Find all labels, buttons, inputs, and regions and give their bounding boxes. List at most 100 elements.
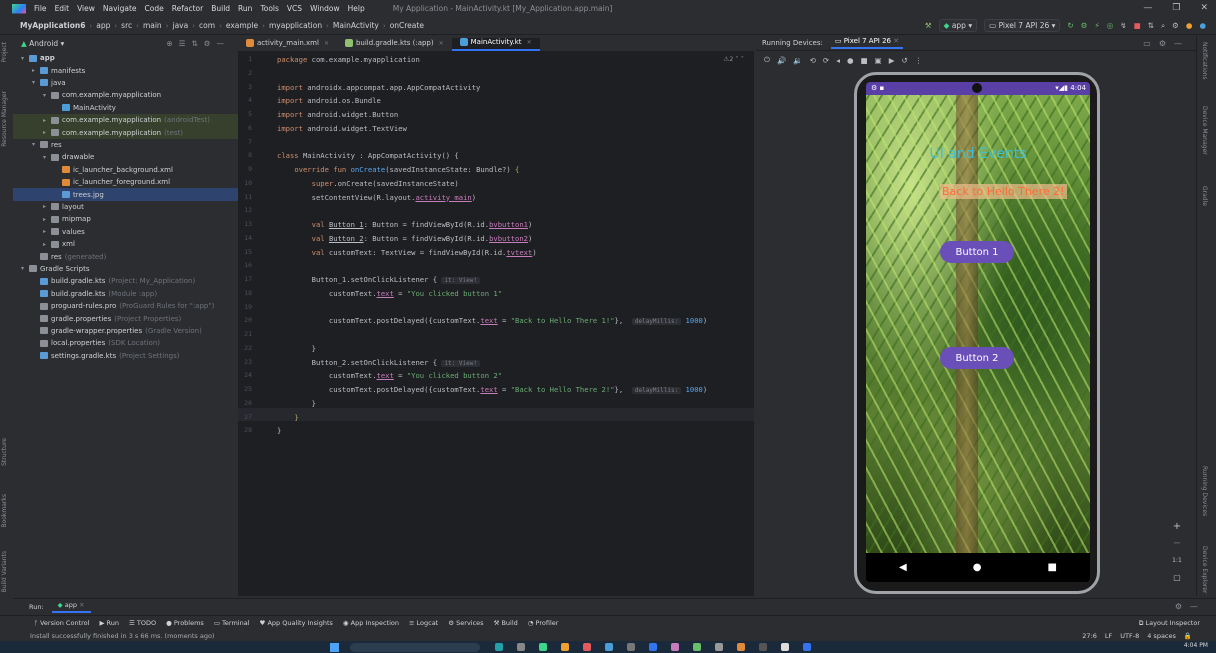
zoom-in-button[interactable]: + bbox=[1170, 518, 1184, 535]
nav-back-icon[interactable]: ◀ bbox=[899, 562, 907, 573]
run-config-select[interactable]: ◆ app ▾ bbox=[938, 19, 978, 32]
nav-home-icon[interactable]: ● bbox=[973, 562, 982, 573]
menu-file[interactable]: File bbox=[34, 4, 47, 13]
close-icon[interactable]: ✕ bbox=[1200, 3, 1208, 13]
tree-item[interactable]: MainActivity bbox=[13, 102, 238, 114]
tree-item[interactable]: ▸ com.example.myapplication (androidTest) bbox=[13, 114, 238, 127]
expand-arrow-icon[interactable]: ▾ bbox=[32, 79, 40, 86]
tree-item[interactable]: ▾ drawable bbox=[13, 151, 238, 163]
tool-version-control[interactable]: ᚠ Version Control bbox=[34, 619, 89, 627]
panel-actions[interactable]: ▭⚙— bbox=[1143, 39, 1190, 48]
sync-icon[interactable]: ⇅ bbox=[1148, 21, 1154, 30]
volume-down-icon[interactable]: 🔉 bbox=[793, 56, 802, 65]
screenshot-icon[interactable]: ▣ bbox=[875, 56, 882, 65]
hammer-icon[interactable]: ⚒ bbox=[925, 21, 932, 30]
code-editor[interactable]: 1 2 3 4 5 6 7 8 9 10 11 12 13 14 15 16 17 18 19 20 21 22 23 24 2… bbox=[238, 52, 754, 596]
expand-arrow-icon[interactable]: ▾ bbox=[21, 55, 29, 62]
account-icon[interactable]: ● bbox=[1199, 21, 1206, 30]
search-icon[interactable]: ⌕ bbox=[1161, 21, 1165, 31]
menu-vcs[interactable]: VCS bbox=[287, 4, 302, 13]
tab-close-icon[interactable]: ✕ bbox=[324, 40, 329, 47]
tree-item[interactable]: local.properties (SDK Location) bbox=[13, 337, 238, 349]
restore-icon[interactable]: ❐ bbox=[1172, 3, 1180, 13]
menu-run[interactable]: Run bbox=[238, 4, 252, 13]
expand-arrow-icon[interactable]: ▸ bbox=[43, 241, 51, 248]
phone-screen[interactable]: ⚙ ▪ ▾◢▮ 4:04 UI and Events Back to Hello… bbox=[866, 82, 1090, 582]
expand-arrow-icon[interactable]: ▾ bbox=[43, 154, 51, 161]
menu-navigate[interactable]: Navigate bbox=[103, 4, 137, 13]
tab-close-icon[interactable]: ✕ bbox=[439, 40, 444, 47]
menu-edit[interactable]: Edit bbox=[55, 4, 70, 13]
minimize-icon[interactable]: — bbox=[1143, 3, 1152, 13]
rotate-left-icon[interactable]: ⟲ bbox=[810, 56, 816, 65]
tree-item[interactable]: res (generated) bbox=[13, 250, 238, 262]
expand-arrow-icon[interactable]: ▾ bbox=[21, 265, 29, 272]
menu-tools[interactable]: Tools bbox=[260, 4, 278, 13]
attach-icon[interactable]: ↯ bbox=[1120, 21, 1126, 30]
profile-icon[interactable]: ◎ bbox=[1107, 21, 1114, 30]
tool-run[interactable]: ▶ Run bbox=[99, 619, 119, 627]
zoom-out-button[interactable]: − bbox=[1170, 535, 1184, 552]
tree-item[interactable]: settings.gradle.kts (Project Settings) bbox=[13, 350, 238, 362]
tool-build[interactable]: ⚒ Build bbox=[494, 619, 518, 627]
tree-item[interactable]: ▸ mipmap bbox=[13, 213, 238, 225]
structure-tool[interactable]: Structure bbox=[1, 438, 8, 466]
breadcrumb-item[interactable]: example bbox=[226, 21, 258, 30]
tool-app-quality-insights[interactable]: ♥ App Quality Insights bbox=[260, 619, 333, 627]
editor-tab[interactable]: build.gradle.kts (:app) ✕ bbox=[337, 38, 452, 51]
windows-start-icon[interactable] bbox=[330, 643, 339, 652]
undo-icon[interactable]: ↺ bbox=[902, 56, 908, 65]
tree-item[interactable]: ic_launcher_foreground.xml bbox=[13, 176, 238, 188]
tree-item[interactable]: build.gradle.kts (Module :app) bbox=[13, 288, 238, 300]
tree-item[interactable]: gradle.properties (Project Properties) bbox=[13, 312, 238, 324]
build-variants-tool[interactable]: Build Variants bbox=[1, 551, 8, 592]
tree-item[interactable]: ▾ com.example.myapplication bbox=[13, 89, 238, 101]
zoom-fit-icon[interactable]: ▢ bbox=[1170, 569, 1184, 586]
run-config-tab[interactable]: ◆ app ✕ bbox=[51, 601, 91, 613]
tree-item[interactable]: ▸ xml bbox=[13, 238, 238, 250]
tree-item[interactable]: build.gradle.kts (Project: My_Application… bbox=[13, 275, 238, 287]
tool-services[interactable]: ⚙ Services bbox=[448, 619, 483, 627]
breadcrumb-item[interactable]: com bbox=[199, 21, 215, 30]
tool-logcat[interactable]: ≡ Logcat bbox=[409, 619, 438, 627]
tree-item[interactable]: ▸ layout bbox=[13, 201, 238, 213]
device-manager-tool[interactable]: Device Manager bbox=[1201, 106, 1208, 155]
lock-icon[interactable]: 🔒 bbox=[1184, 632, 1192, 640]
tree-item[interactable]: gradle-wrapper.properties (Gradle Version… bbox=[13, 325, 238, 337]
refresh-icon[interactable]: ↻ bbox=[1067, 21, 1073, 30]
tree-item[interactable]: ▾ java bbox=[13, 77, 238, 89]
breadcrumb-item[interactable]: MyApplication6 bbox=[20, 21, 85, 30]
expand-arrow-icon[interactable]: ▾ bbox=[32, 141, 40, 148]
volume-up-icon[interactable]: 🔊 bbox=[777, 56, 786, 65]
line-separator[interactable]: LF bbox=[1105, 632, 1112, 640]
menu-refactor[interactable]: Refactor bbox=[172, 4, 203, 13]
stop-icon[interactable]: ■ bbox=[1134, 21, 1141, 30]
tree-item[interactable]: ▾ Gradle Scripts bbox=[13, 263, 238, 275]
breadcrumb-item[interactable]: myapplication bbox=[269, 21, 322, 30]
inspection-widget[interactable]: ⚠2 ˄ ˅ bbox=[723, 55, 744, 63]
expand-arrow-icon[interactable]: ▸ bbox=[32, 67, 40, 74]
caret-position[interactable]: 27:6 bbox=[1082, 632, 1097, 640]
expand-arrow-icon[interactable]: ▸ bbox=[43, 117, 51, 124]
expand-arrow-icon[interactable]: ▸ bbox=[43, 228, 51, 235]
menu-view[interactable]: View bbox=[77, 4, 95, 13]
resource-manager-tool[interactable]: Resource Manager bbox=[1, 91, 8, 147]
tree-item[interactable]: ▾ res bbox=[13, 139, 238, 151]
expand-arrow-icon[interactable]: ▸ bbox=[43, 216, 51, 223]
button-1[interactable]: Button 1 bbox=[940, 241, 1014, 263]
tool-todo[interactable]: ☰ TODO bbox=[129, 619, 156, 627]
breadcrumb-item[interactable]: onCreate bbox=[390, 21, 424, 30]
menu-build[interactable]: Build bbox=[211, 4, 230, 13]
gradle-tool[interactable]: Gradle bbox=[1201, 186, 1208, 206]
home-icon[interactable]: ● bbox=[847, 56, 854, 65]
tree-item[interactable]: ▾ app bbox=[13, 52, 238, 64]
menu-window[interactable]: Window bbox=[310, 4, 340, 13]
project-tool[interactable]: Project bbox=[1, 42, 8, 63]
project-actions[interactable]: ⊕☰⇅⚙— bbox=[166, 39, 230, 48]
tool-terminal[interactable]: ▭ Terminal bbox=[214, 619, 250, 627]
button-2[interactable]: Button 2 bbox=[940, 347, 1014, 369]
run-actions[interactable]: ⚙— bbox=[1175, 602, 1206, 611]
expand-arrow-icon[interactable]: ▾ bbox=[43, 92, 51, 99]
tree-item[interactable]: ▸ com.example.myapplication (test) bbox=[13, 126, 238, 139]
settings-icon[interactable]: ⚙ bbox=[1172, 21, 1179, 30]
